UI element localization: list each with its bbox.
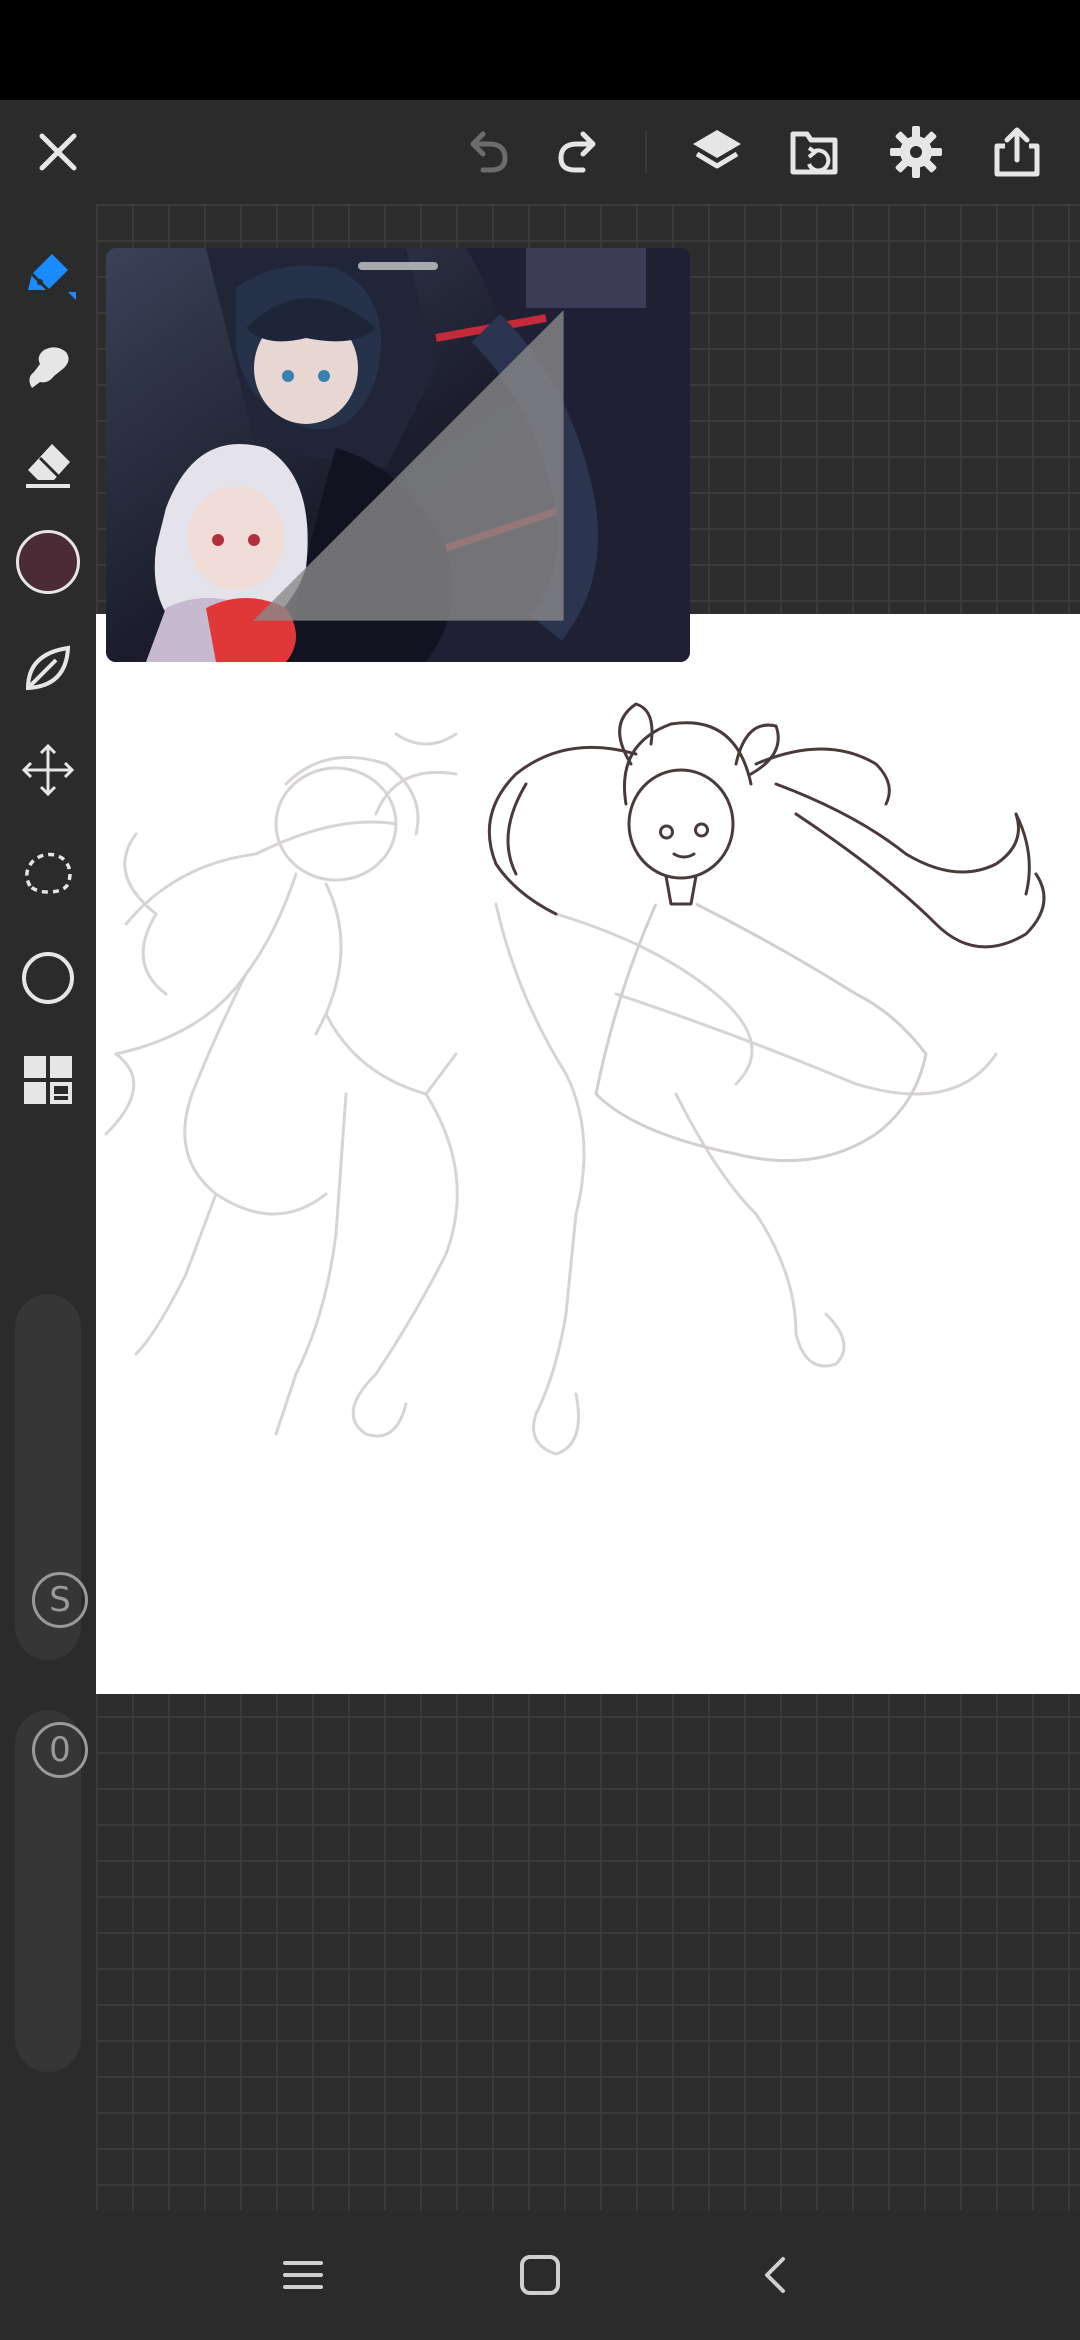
move-transform-icon bbox=[21, 743, 75, 797]
brush-size-badge: S bbox=[32, 1572, 88, 1628]
reference-resize-handle[interactable] bbox=[106, 248, 690, 662]
lasso-select-tool[interactable] bbox=[0, 826, 96, 922]
layers-icon bbox=[693, 130, 741, 169]
settings-gear-icon bbox=[890, 126, 942, 178]
undo-icon bbox=[470, 131, 508, 173]
status-bar bbox=[0, 0, 1080, 100]
gallery-import-button[interactable] bbox=[763, 100, 867, 204]
tool-panel: S 0 bbox=[0, 204, 96, 2210]
recent-apps-button[interactable] bbox=[243, 2230, 363, 2320]
close-icon bbox=[39, 133, 77, 171]
share-export-button[interactable] bbox=[965, 100, 1069, 204]
toolbar-divider bbox=[645, 130, 647, 174]
smudge-tool[interactable] bbox=[0, 320, 96, 416]
canvas-area[interactable] bbox=[96, 204, 1080, 2210]
leaf-brush-tool[interactable] bbox=[0, 620, 96, 716]
drawing-paper[interactable] bbox=[96, 614, 1080, 1694]
lasso-select-icon bbox=[25, 852, 72, 894]
shape-tool[interactable] bbox=[0, 930, 96, 1026]
gallery-import-icon bbox=[790, 131, 838, 175]
redo-button[interactable] bbox=[525, 100, 629, 204]
home-icon bbox=[520, 2255, 560, 2295]
back-button[interactable] bbox=[717, 2230, 837, 2320]
top-toolbar bbox=[0, 100, 1080, 204]
home-button[interactable] bbox=[480, 2230, 600, 2320]
panels-tool[interactable] bbox=[0, 1032, 96, 1128]
grid-panels-icon bbox=[24, 1056, 72, 1104]
brush-tool[interactable] bbox=[0, 226, 96, 322]
smudge-icon bbox=[29, 347, 69, 388]
eraser-tool[interactable] bbox=[0, 414, 96, 510]
circle-shape-icon bbox=[22, 952, 74, 1004]
redo-icon bbox=[558, 131, 596, 173]
reference-image-window[interactable] bbox=[106, 248, 690, 662]
brush-opacity-badge: 0 bbox=[32, 1722, 88, 1778]
recent-apps-icon bbox=[283, 2261, 323, 2289]
close-button[interactable] bbox=[6, 100, 110, 204]
brush-opacity-slider[interactable]: 0 bbox=[15, 1710, 88, 2072]
eraser-icon bbox=[26, 444, 70, 488]
leaf-brush-icon bbox=[25, 645, 71, 691]
share-export-icon bbox=[994, 127, 1040, 177]
brush-pen-icon bbox=[28, 254, 76, 300]
move-transform-tool[interactable] bbox=[0, 722, 96, 818]
system-nav-bar bbox=[0, 2210, 1080, 2340]
settings-button[interactable] bbox=[864, 100, 968, 204]
sketch-layer bbox=[104, 702, 1046, 1456]
layers-button[interactable] bbox=[665, 100, 769, 204]
color-picker-button[interactable] bbox=[0, 514, 96, 610]
brush-size-slider[interactable]: S bbox=[15, 1294, 88, 1660]
back-icon bbox=[765, 2257, 785, 2293]
color-picker-swatch bbox=[16, 530, 80, 594]
